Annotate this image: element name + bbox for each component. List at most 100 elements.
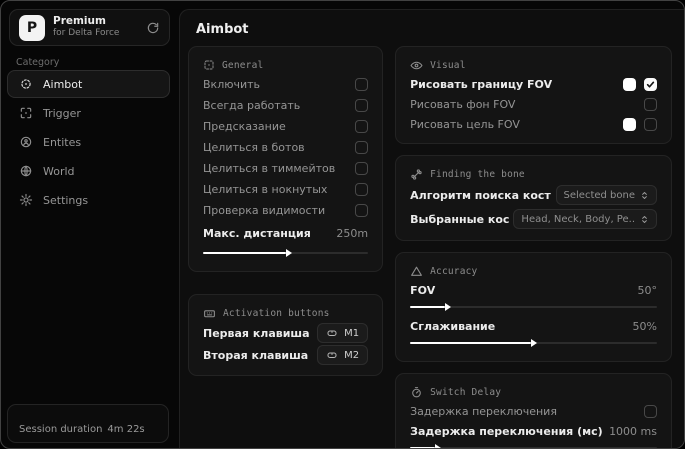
bone-row: Выбранные кос Head, Neck, Body, Pe.. bbox=[410, 207, 657, 231]
sidebar-nav: Aimbot Trigger Entites World Settings bbox=[7, 70, 170, 214]
premium-title: Premium bbox=[53, 15, 106, 28]
sidebar: P Premium for Delta Force Category Aimbo… bbox=[1, 1, 179, 448]
keybind-row: Первая клавиша M1 bbox=[203, 322, 369, 344]
panel-header-accuracy: Accuracy bbox=[430, 265, 478, 277]
checkbox-draw-fov-border[interactable] bbox=[644, 77, 657, 91]
checkbox-enable[interactable] bbox=[355, 78, 369, 91]
sidebar-item-world[interactable]: World bbox=[7, 157, 170, 185]
session-duration-value: 4m 22s bbox=[107, 424, 145, 435]
fov-slider[interactable] bbox=[410, 303, 657, 311]
switch-delay-slider-group: Задержка переключения (мс) 1000 ms bbox=[410, 423, 657, 448]
bone-algorithm-select[interactable]: Selected bone bbox=[555, 185, 657, 205]
globe-icon bbox=[19, 164, 33, 178]
category-label: Category bbox=[16, 57, 60, 68]
slider-value: 50° bbox=[637, 283, 658, 297]
panel-switch-delay: Switch Delay Задержка переключения Задер… bbox=[395, 373, 672, 448]
keybind-button-first[interactable]: M1 bbox=[317, 323, 369, 343]
session-duration-label: Session duration bbox=[19, 424, 103, 435]
gear-icon bbox=[19, 193, 33, 207]
keybind-label: Первая клавиша bbox=[203, 326, 310, 340]
sidebar-item-entites[interactable]: Entites bbox=[7, 128, 170, 156]
toggle-label: Целиться в нокнутых bbox=[203, 183, 328, 196]
unfold-icon bbox=[640, 215, 649, 224]
bone-row: Алгоритм поиска кост Selected bone bbox=[410, 183, 657, 207]
visual-label: Рисовать цель FOV bbox=[410, 117, 520, 131]
checkbox-visibility-check[interactable] bbox=[355, 204, 369, 217]
toggle-label: Целиться в ботов bbox=[203, 141, 305, 154]
visual-row: Рисовать цель FOV bbox=[410, 114, 657, 134]
checkbox-aim-knocked[interactable] bbox=[355, 183, 369, 196]
keybind-row: Вторая клавиша M2 bbox=[203, 344, 369, 366]
keybind-value: M1 bbox=[344, 327, 360, 339]
panel-header-activation: Activation buttons bbox=[223, 307, 330, 319]
bone-label: Алгоритм поиска кост bbox=[410, 188, 551, 202]
max-distance-slider[interactable] bbox=[203, 249, 369, 257]
main-content: Aimbot General Включить Всегда работать … bbox=[179, 9, 684, 448]
visual-label: Рисовать фон FOV bbox=[410, 97, 516, 111]
panel-general: General Включить Всегда работать Предска… bbox=[188, 46, 384, 272]
max-distance-slider-group: Макс. дистанция 250m bbox=[203, 223, 369, 262]
smoothing-slider[interactable] bbox=[410, 339, 657, 347]
panel-header-bone: Finding the bone bbox=[430, 168, 525, 180]
toggle-row: Включить bbox=[203, 74, 369, 95]
mouse-icon bbox=[326, 327, 338, 339]
color-swatch-fov-target[interactable] bbox=[623, 117, 636, 131]
panel-finding-bone: Finding the bone Алгоритм поиска кост Se… bbox=[395, 155, 672, 241]
toggle-row: Предсказание bbox=[203, 116, 369, 137]
premium-card: P Premium for Delta Force bbox=[9, 9, 170, 46]
sidebar-item-label: Aimbot bbox=[43, 77, 83, 91]
panel-accuracy: Accuracy FOV 50° Сглаживание 50% bbox=[395, 252, 672, 362]
selected-bones-select[interactable]: Head, Neck, Body, Pe.. bbox=[513, 209, 657, 229]
slider-label: Задержка переключения (мс) bbox=[410, 424, 603, 438]
panel-visual: Visual Рисовать границу FOV Рисовать фон… bbox=[395, 46, 672, 144]
timer-icon bbox=[410, 386, 423, 399]
checkbox-prediction[interactable] bbox=[355, 120, 369, 133]
visual-row: Рисовать границу FOV bbox=[410, 74, 657, 94]
fov-slider-group: FOV 50° bbox=[410, 282, 657, 316]
mouse-icon bbox=[326, 349, 338, 361]
toggle-label: Проверка видимости bbox=[203, 204, 326, 217]
sidebar-item-label: Entites bbox=[43, 135, 82, 149]
sidebar-item-trigger[interactable]: Trigger bbox=[7, 99, 170, 127]
checkbox-aim-teammates[interactable] bbox=[355, 162, 369, 175]
panel-header-switch-delay: Switch Delay bbox=[430, 386, 502, 398]
keybind-value: M2 bbox=[344, 349, 360, 361]
sidebar-item-aimbot[interactable]: Aimbot bbox=[7, 70, 170, 98]
checkbox-switch-delay[interactable] bbox=[644, 404, 657, 418]
panel-activation-buttons: Activation buttons Первая клавиша M1 Вто… bbox=[188, 294, 384, 376]
checkbox-always-work[interactable] bbox=[355, 99, 369, 112]
toggle-row: Задержка переключения bbox=[410, 401, 657, 421]
sidebar-item-label: Settings bbox=[43, 193, 89, 207]
crosshair-icon bbox=[19, 77, 33, 91]
slider-label: Сглаживание bbox=[410, 319, 496, 333]
toggle-label: Включить bbox=[203, 78, 261, 91]
check-icon bbox=[646, 81, 655, 88]
slider-value: 50% bbox=[632, 319, 657, 333]
grid-icon bbox=[203, 59, 215, 71]
toggle-row: Целиться в ботов bbox=[203, 137, 369, 158]
toggle-label: Целиться в тиммейтов bbox=[203, 162, 336, 175]
checkbox-aim-bots[interactable] bbox=[355, 141, 369, 154]
premium-subtitle: for Delta Force bbox=[53, 28, 120, 39]
toggle-row: Целиться в тиммейтов bbox=[203, 158, 369, 179]
toggle-row: Проверка видимости bbox=[203, 200, 369, 221]
toggle-label: Всегда работать bbox=[203, 99, 301, 112]
visual-row: Рисовать фон FOV bbox=[410, 94, 657, 114]
app-window: P Premium for Delta Force Category Aimbo… bbox=[0, 0, 685, 449]
app-logo: P bbox=[19, 14, 45, 41]
slider-label: FOV bbox=[410, 283, 436, 297]
sidebar-item-settings[interactable]: Settings bbox=[7, 186, 170, 214]
keybind-button-second[interactable]: M2 bbox=[317, 345, 369, 365]
slider-value: 1000 ms bbox=[609, 424, 657, 438]
smoothing-slider-group: Сглаживание 50% bbox=[410, 318, 657, 352]
sidebar-item-label: Trigger bbox=[43, 106, 81, 120]
bone-label: Выбранные кос bbox=[410, 212, 510, 226]
bone-icon bbox=[410, 168, 423, 181]
checkbox-draw-fov-background[interactable] bbox=[644, 97, 657, 111]
checkbox-draw-fov-target[interactable] bbox=[644, 117, 657, 131]
select-value: Selected bone bbox=[563, 189, 635, 201]
select-value: Head, Neck, Body, Pe.. bbox=[521, 213, 635, 225]
color-swatch-fov-border[interactable] bbox=[623, 77, 636, 91]
refresh-icon[interactable] bbox=[146, 21, 160, 35]
keybind-label: Вторая клавиша bbox=[203, 348, 309, 362]
